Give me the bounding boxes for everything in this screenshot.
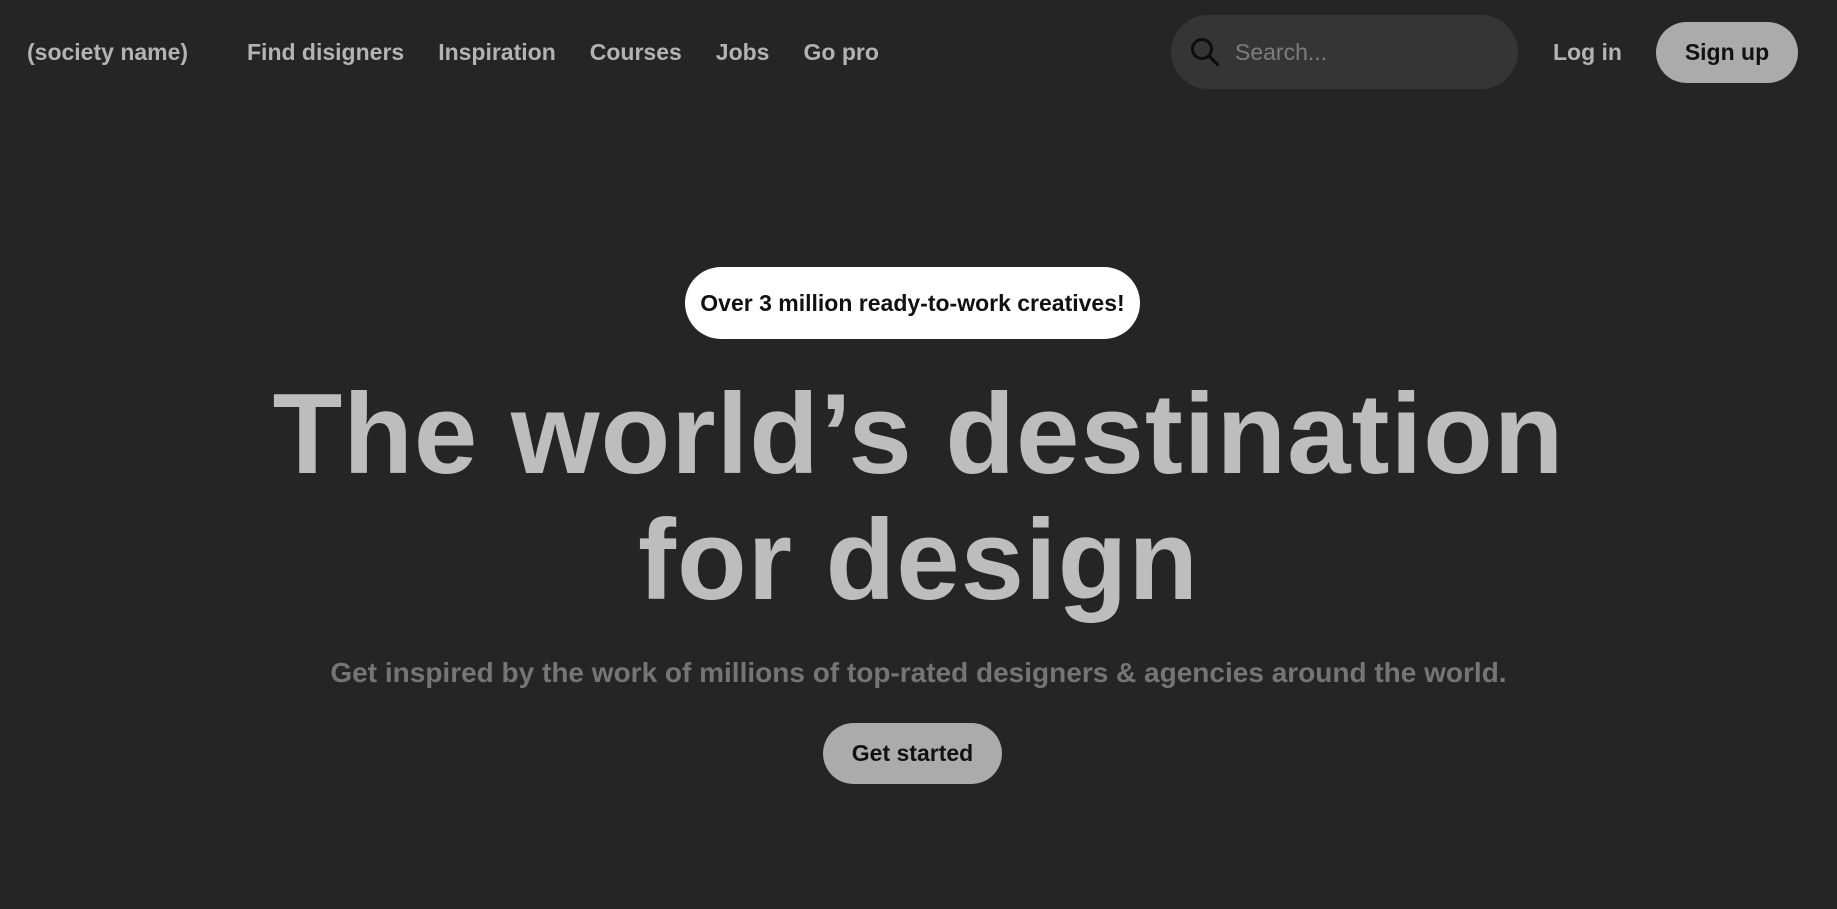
- nav-jobs[interactable]: Jobs: [716, 38, 770, 66]
- nav-go-pro[interactable]: Go pro: [803, 38, 878, 66]
- hero-title: The world’s destination for design: [0, 372, 1837, 624]
- hero-title-line-1: The world’s destination: [272, 371, 1565, 498]
- nav-inspiration[interactable]: Inspiration: [438, 38, 556, 66]
- get-started-button[interactable]: Get started: [823, 723, 1002, 784]
- brand-name[interactable]: (society name): [27, 38, 188, 66]
- nav-courses[interactable]: Courses: [590, 38, 682, 66]
- search-icon: [1191, 38, 1220, 67]
- search-bar[interactable]: [1171, 15, 1518, 89]
- nav-find-designers[interactable]: Find disigners: [247, 38, 404, 66]
- search-input[interactable]: [1229, 32, 1505, 72]
- login-link[interactable]: Log in: [1553, 38, 1622, 66]
- main-nav: Find disigners Inspiration Courses Jobs …: [247, 38, 913, 66]
- top-navbar: (society name) Find disigners Inspiratio…: [0, 0, 1837, 104]
- signup-button[interactable]: Sign up: [1656, 22, 1798, 83]
- hero-title-line-2: for design: [637, 497, 1200, 624]
- creatives-badge: Over 3 million ready-to-work creatives!: [685, 267, 1140, 339]
- hero-subtitle: Get inspired by the work of millions of …: [330, 657, 1507, 688]
